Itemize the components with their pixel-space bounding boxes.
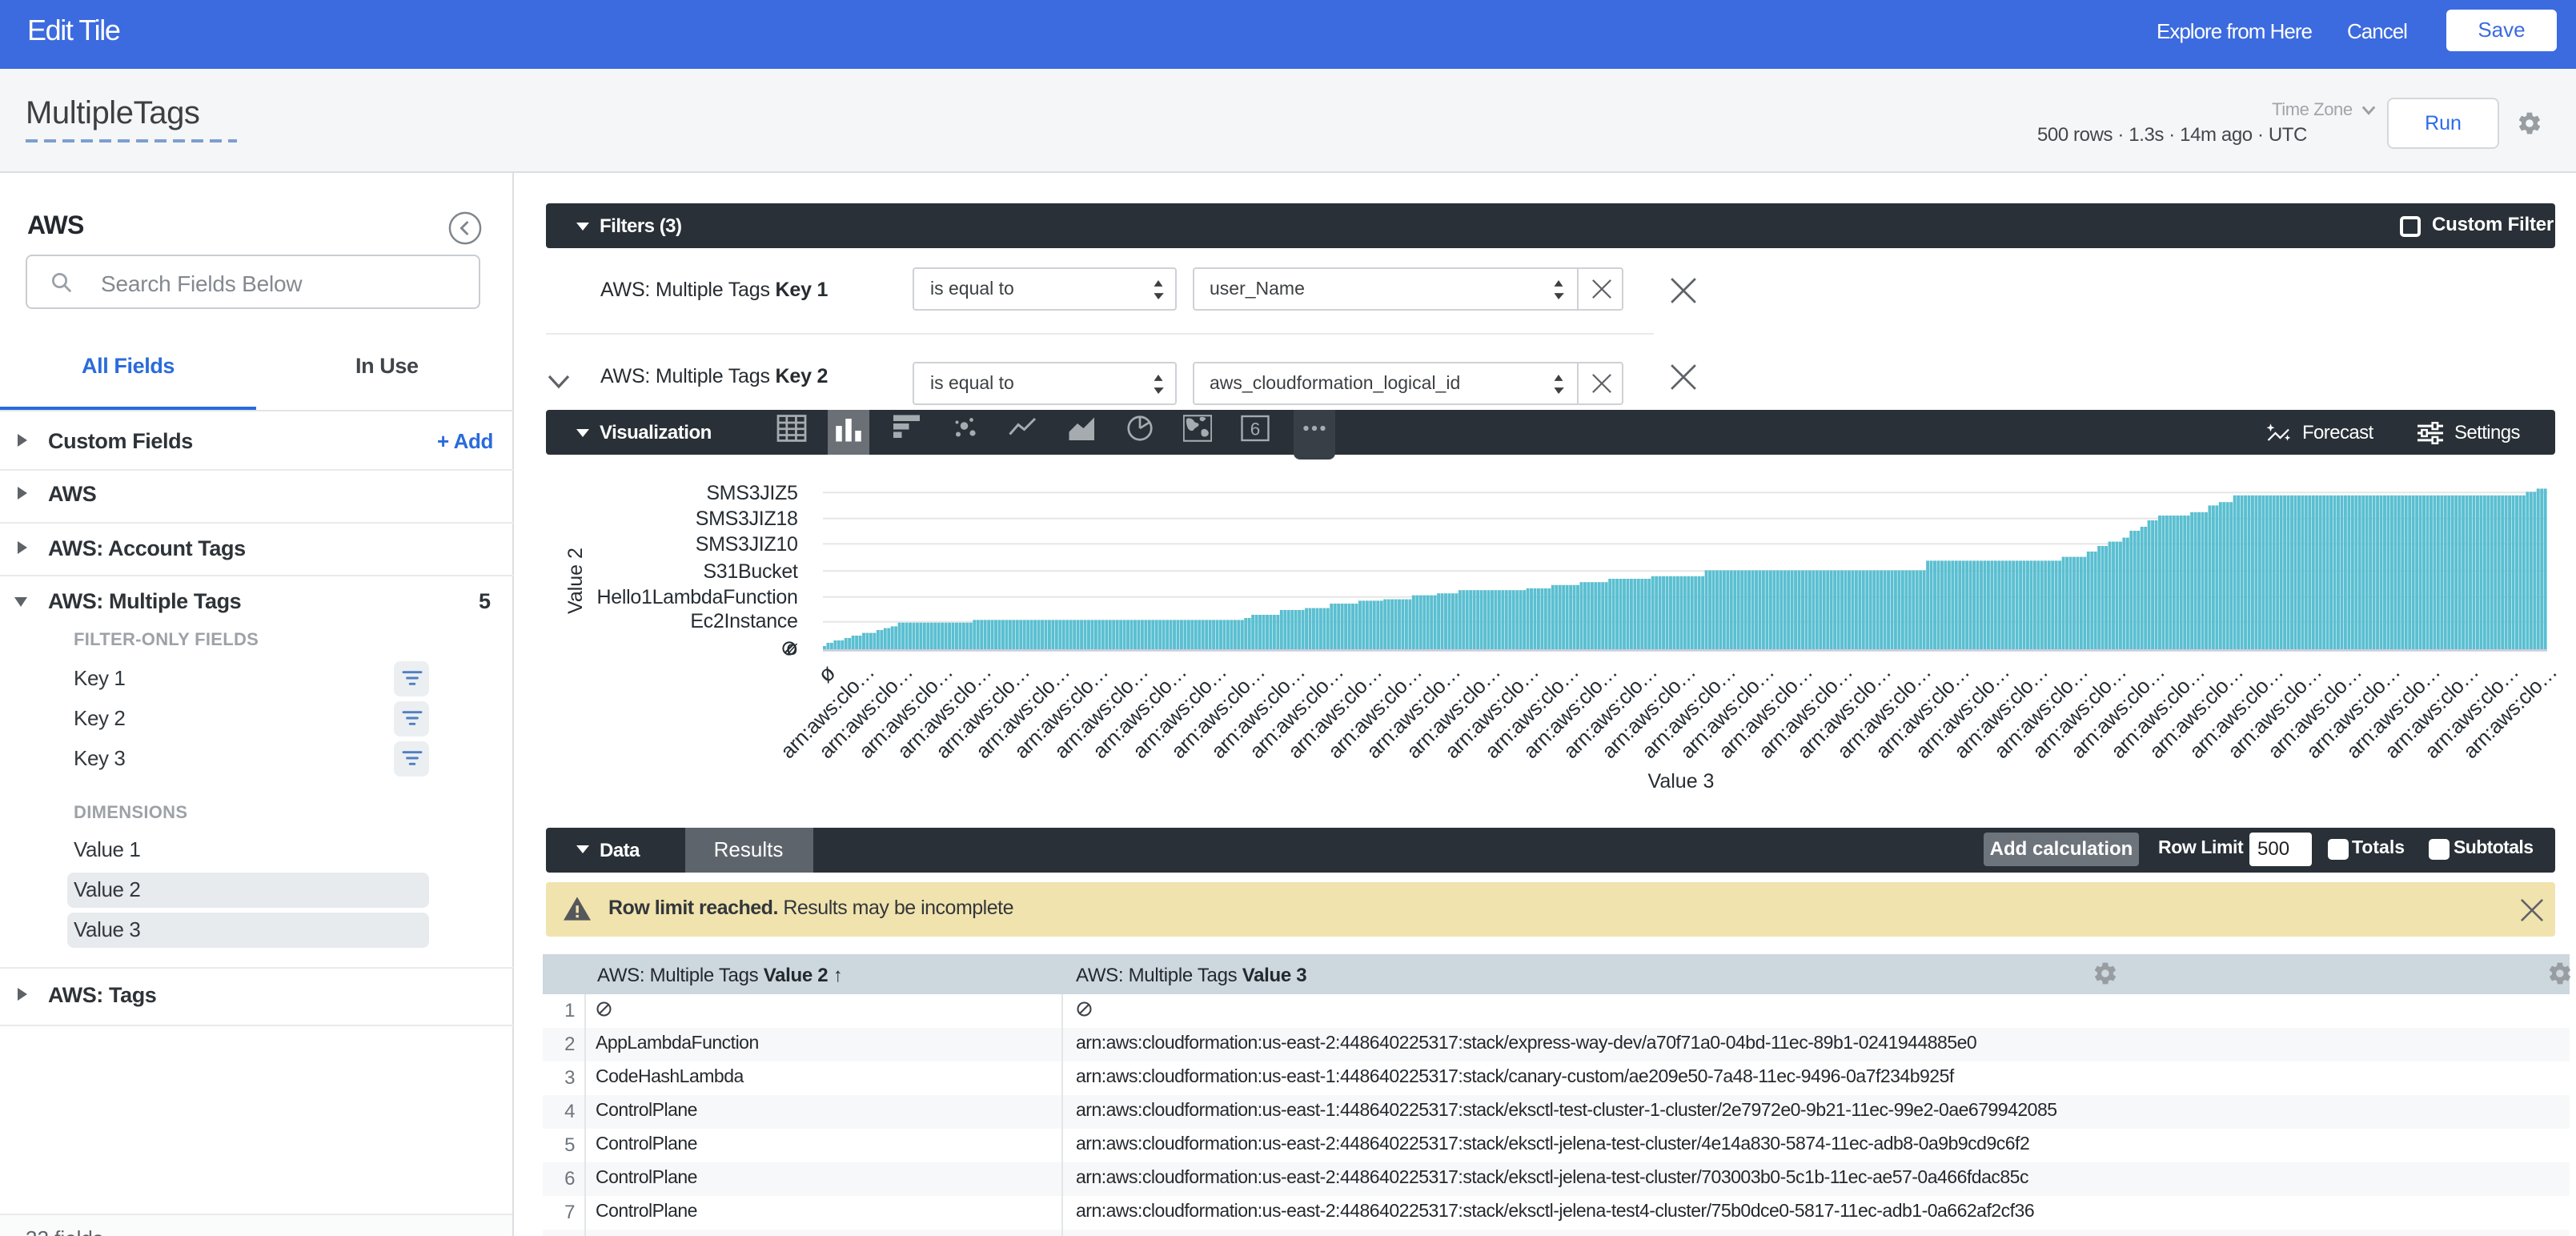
svg-text:6: 6 xyxy=(1251,419,1262,439)
